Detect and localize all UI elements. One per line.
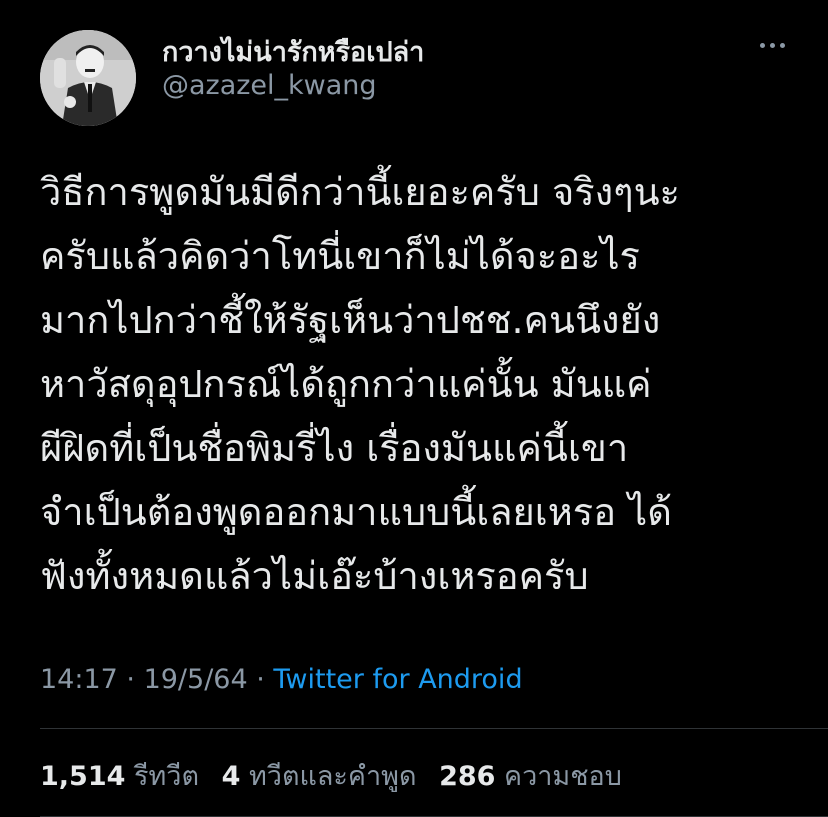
tweet-text-line: ฟังทั้งหมดแล้วไม่เอ๊ะบ้างเหรอครับ	[40, 554, 589, 598]
meta-separator: ·	[117, 664, 144, 695]
tweet-text-line: ผีฝิดที่เป็นชื่อพิมรี่ไง เรื่องมันแค่นี้…	[40, 426, 629, 470]
likes-label: ความชอบ	[504, 761, 622, 792]
tweet-source-link[interactable]: Twitter for Android	[273, 664, 522, 695]
divider	[40, 728, 828, 729]
more-horizontal-icon-dot	[769, 42, 775, 48]
tweet-text: วิธีการพูดมันมีดีกว่านี้เยอะครับ จริงๆนะ…	[40, 160, 800, 608]
tweet-time[interactable]: 14:17	[40, 664, 118, 695]
author-display-name[interactable]: กวางไม่น่ารักหรือเปล่า	[162, 30, 424, 73]
tweet-detail: กวางไม่น่ารักหรือเปล่า @azazel_kwang วิธ…	[0, 0, 828, 817]
avatar-image	[40, 30, 136, 126]
retweets-stat[interactable]: 1,514 รีทวีต	[40, 761, 199, 792]
tweet-text-line: มากไปกว่าชี้ให้รัฐเห็นว่าปชช.คนนึงยัง	[40, 298, 661, 342]
tweet-text-line: วิธีการพูดมันมีดีกว่านี้เยอะครับ จริงๆนะ	[40, 170, 680, 214]
tweet-date[interactable]: 19/5/64	[144, 664, 248, 695]
tweet-text-line: ครับแล้วคิดว่าโทนี่เขาก็ไม่ได้จะอะไร	[40, 234, 640, 278]
quote-tweets-count: 4	[221, 761, 241, 792]
likes-count: 286	[439, 761, 496, 792]
tweet-text-line: จำเป็นต้องพูดออกมาแบบนี้เลยเหรอ ได้	[40, 490, 672, 534]
tweet-text-line: หาวัสดุอุปกรณ์ได้ถูกกว่าแค่นั้น มันแค่	[40, 362, 652, 406]
quote-tweets-stat[interactable]: 4 ทวีตและคำพูด	[222, 761, 417, 792]
more-options-button[interactable]	[752, 30, 792, 60]
tweet-metadata: 14:17 · 19/5/64 · Twitter for Android	[40, 664, 523, 695]
quote-tweets-label: ทวีตและคำพูด	[248, 761, 417, 792]
likes-stat[interactable]: 286 ความชอบ	[439, 761, 622, 792]
meta-separator: ·	[247, 664, 274, 695]
retweets-count: 1,514	[40, 761, 126, 792]
avatar[interactable]	[40, 30, 136, 126]
tweet-stats: 1,514 รีทวีต 4 ทวีตและคำพูด 286 ความชอบ	[40, 754, 636, 797]
author-handle[interactable]: @azazel_kwang	[162, 70, 377, 101]
retweets-label: รีทวีต	[134, 761, 199, 792]
more-horizontal-icon	[759, 42, 765, 48]
more-horizontal-icon-dot	[779, 42, 785, 48]
